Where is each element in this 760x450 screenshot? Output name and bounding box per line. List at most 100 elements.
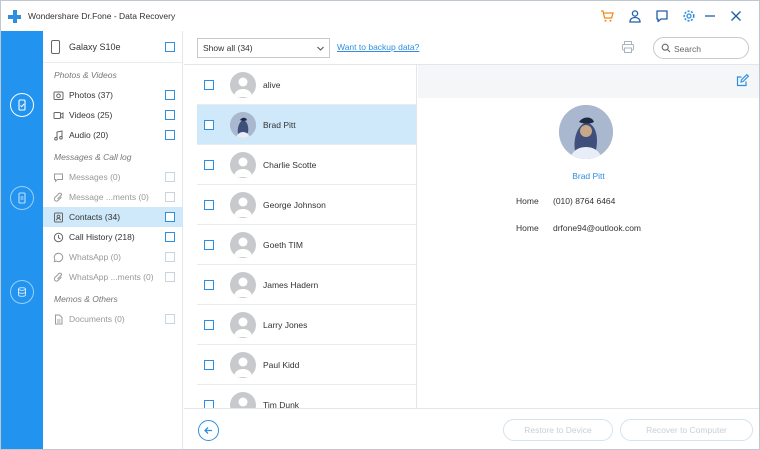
contact-checkbox[interactable] (204, 80, 214, 90)
app-logo-icon (8, 10, 21, 23)
attachment-icon (52, 191, 64, 203)
settings-icon[interactable] (681, 8, 697, 24)
avatar (230, 112, 256, 138)
category-checkbox[interactable] (165, 90, 175, 100)
device-row[interactable]: Galaxy S10e (43, 31, 183, 63)
contact-checkbox[interactable] (204, 320, 214, 330)
contact-name: alive (263, 80, 281, 90)
category-documents[interactable]: Documents (0) (43, 309, 183, 329)
category-checkbox[interactable] (165, 172, 175, 182)
app-window: Wondershare Dr.Fone - Data Recovery Gala… (0, 0, 760, 450)
category-checkbox[interactable] (165, 110, 175, 120)
recover-to-computer-button[interactable]: Recover to Computer (620, 419, 753, 441)
contacts-icon (52, 211, 64, 223)
category-messages[interactable]: Messages (0) (43, 167, 183, 187)
category-checkbox[interactable] (165, 252, 175, 262)
contact-row[interactable]: James Hadern (197, 265, 416, 305)
category-checkbox[interactable] (165, 232, 175, 242)
contact-checkbox[interactable] (204, 360, 214, 370)
detail-header (418, 65, 759, 98)
audio-icon (52, 129, 64, 141)
category-videos[interactable]: Videos (25) (43, 105, 183, 125)
contacts-list: alive Brad Pitt Charlie Scotte George Jo… (197, 65, 417, 408)
contact-photo (559, 105, 613, 159)
category-call-history[interactable]: Call History (218) (43, 227, 183, 247)
print-icon[interactable] (621, 40, 635, 54)
filter-dropdown[interactable]: Show all (34) (197, 38, 330, 58)
bottom-bar: Restore to Device Recover to Computer (184, 408, 759, 449)
contact-row[interactable]: George Johnson (197, 185, 416, 225)
back-button[interactable] (198, 420, 219, 441)
search-box[interactable] (653, 37, 749, 59)
contact-name: Larry Jones (263, 320, 308, 330)
section-memos-others: Memos & Others (54, 294, 118, 304)
category-label: Message ...ments (0) (69, 192, 149, 202)
category-label: Photos (37) (69, 90, 113, 100)
contact-name: Paul Kidd (263, 360, 300, 370)
category-label: Call History (218) (69, 232, 135, 242)
feedback-icon[interactable] (654, 8, 670, 24)
category-whatsapp[interactable]: WhatsApp (0) (43, 247, 183, 267)
category-whatsapp-attachments[interactable]: WhatsApp ...ments (0) (43, 267, 183, 287)
contact-row[interactable]: alive (197, 65, 416, 105)
chevron-down-icon (317, 46, 324, 51)
contact-row[interactable]: Tim Dunk (197, 385, 416, 408)
contact-checkbox[interactable] (204, 400, 214, 408)
phone-recover-icon (18, 99, 26, 111)
toolbar: Show all (34) Want to backup data? (184, 31, 759, 65)
minimize-icon[interactable] (702, 8, 718, 24)
restore-to-device-button[interactable]: Restore to Device (503, 419, 613, 441)
contact-name: Charlie Scotte (263, 160, 317, 170)
category-checkbox[interactable] (165, 130, 175, 140)
recover-phone-mode-button[interactable] (10, 93, 34, 117)
contact-detail-panel: Brad Pitt Home (010) 8764 6464 Home drfo… (418, 65, 759, 408)
contact-checkbox[interactable] (204, 120, 214, 130)
backup-data-link[interactable]: Want to backup data? (337, 42, 419, 52)
contact-checkbox[interactable] (204, 200, 214, 210)
phone-icon (51, 40, 60, 54)
category-checkbox[interactable] (165, 314, 175, 324)
category-label: Videos (25) (69, 110, 113, 120)
avatar (230, 232, 256, 258)
search-input[interactable] (674, 42, 744, 55)
field-label: Home (516, 196, 539, 206)
category-photos[interactable]: Photos (37) (43, 85, 183, 105)
category-audio[interactable]: Audio (20) (43, 125, 183, 145)
category-label: WhatsApp (0) (69, 252, 121, 262)
edit-icon[interactable] (736, 74, 749, 87)
cart-icon[interactable] (599, 8, 615, 24)
category-message-attachments[interactable]: Message ...ments (0) (43, 187, 183, 207)
contact-row[interactable]: Brad Pitt (197, 105, 416, 145)
recover-itunes-mode-button[interactable] (10, 186, 34, 210)
device-checkbox[interactable] (165, 42, 175, 52)
recover-icloud-mode-button[interactable] (10, 280, 34, 304)
email-value: drfone94@outlook.com (553, 223, 642, 233)
contact-name: George Johnson (263, 200, 326, 210)
category-checkbox[interactable] (165, 272, 175, 282)
call-history-icon (52, 231, 64, 243)
contact-row[interactable]: Larry Jones (197, 305, 416, 345)
mode-rail (1, 31, 43, 449)
title-bar: Wondershare Dr.Fone - Data Recovery (1, 1, 759, 31)
category-label: WhatsApp ...ments (0) (69, 272, 154, 282)
whatsapp-attachment-icon (52, 271, 64, 283)
close-icon[interactable] (728, 8, 744, 24)
contact-row[interactable]: Paul Kidd (197, 345, 416, 385)
contact-name: Brad Pitt (263, 120, 296, 130)
contact-name: Tim Dunk (263, 400, 300, 408)
user-icon[interactable] (627, 8, 643, 24)
phone-value: (010) 8764 6464 (553, 196, 616, 206)
category-label: Contacts (34) (69, 212, 121, 222)
contact-checkbox[interactable] (204, 280, 214, 290)
contact-detail-name: Brad Pitt (572, 171, 605, 181)
avatar (230, 72, 256, 98)
contact-checkbox[interactable] (204, 160, 214, 170)
arrow-left-icon (204, 427, 212, 434)
contact-row[interactable]: Goeth TIM (197, 225, 416, 265)
contact-row[interactable]: Charlie Scotte (197, 145, 416, 185)
avatar (230, 192, 256, 218)
category-contacts[interactable]: Contacts (34) (43, 207, 183, 227)
contact-checkbox[interactable] (204, 240, 214, 250)
category-checkbox[interactable] (165, 192, 175, 202)
category-checkbox[interactable] (165, 212, 175, 222)
